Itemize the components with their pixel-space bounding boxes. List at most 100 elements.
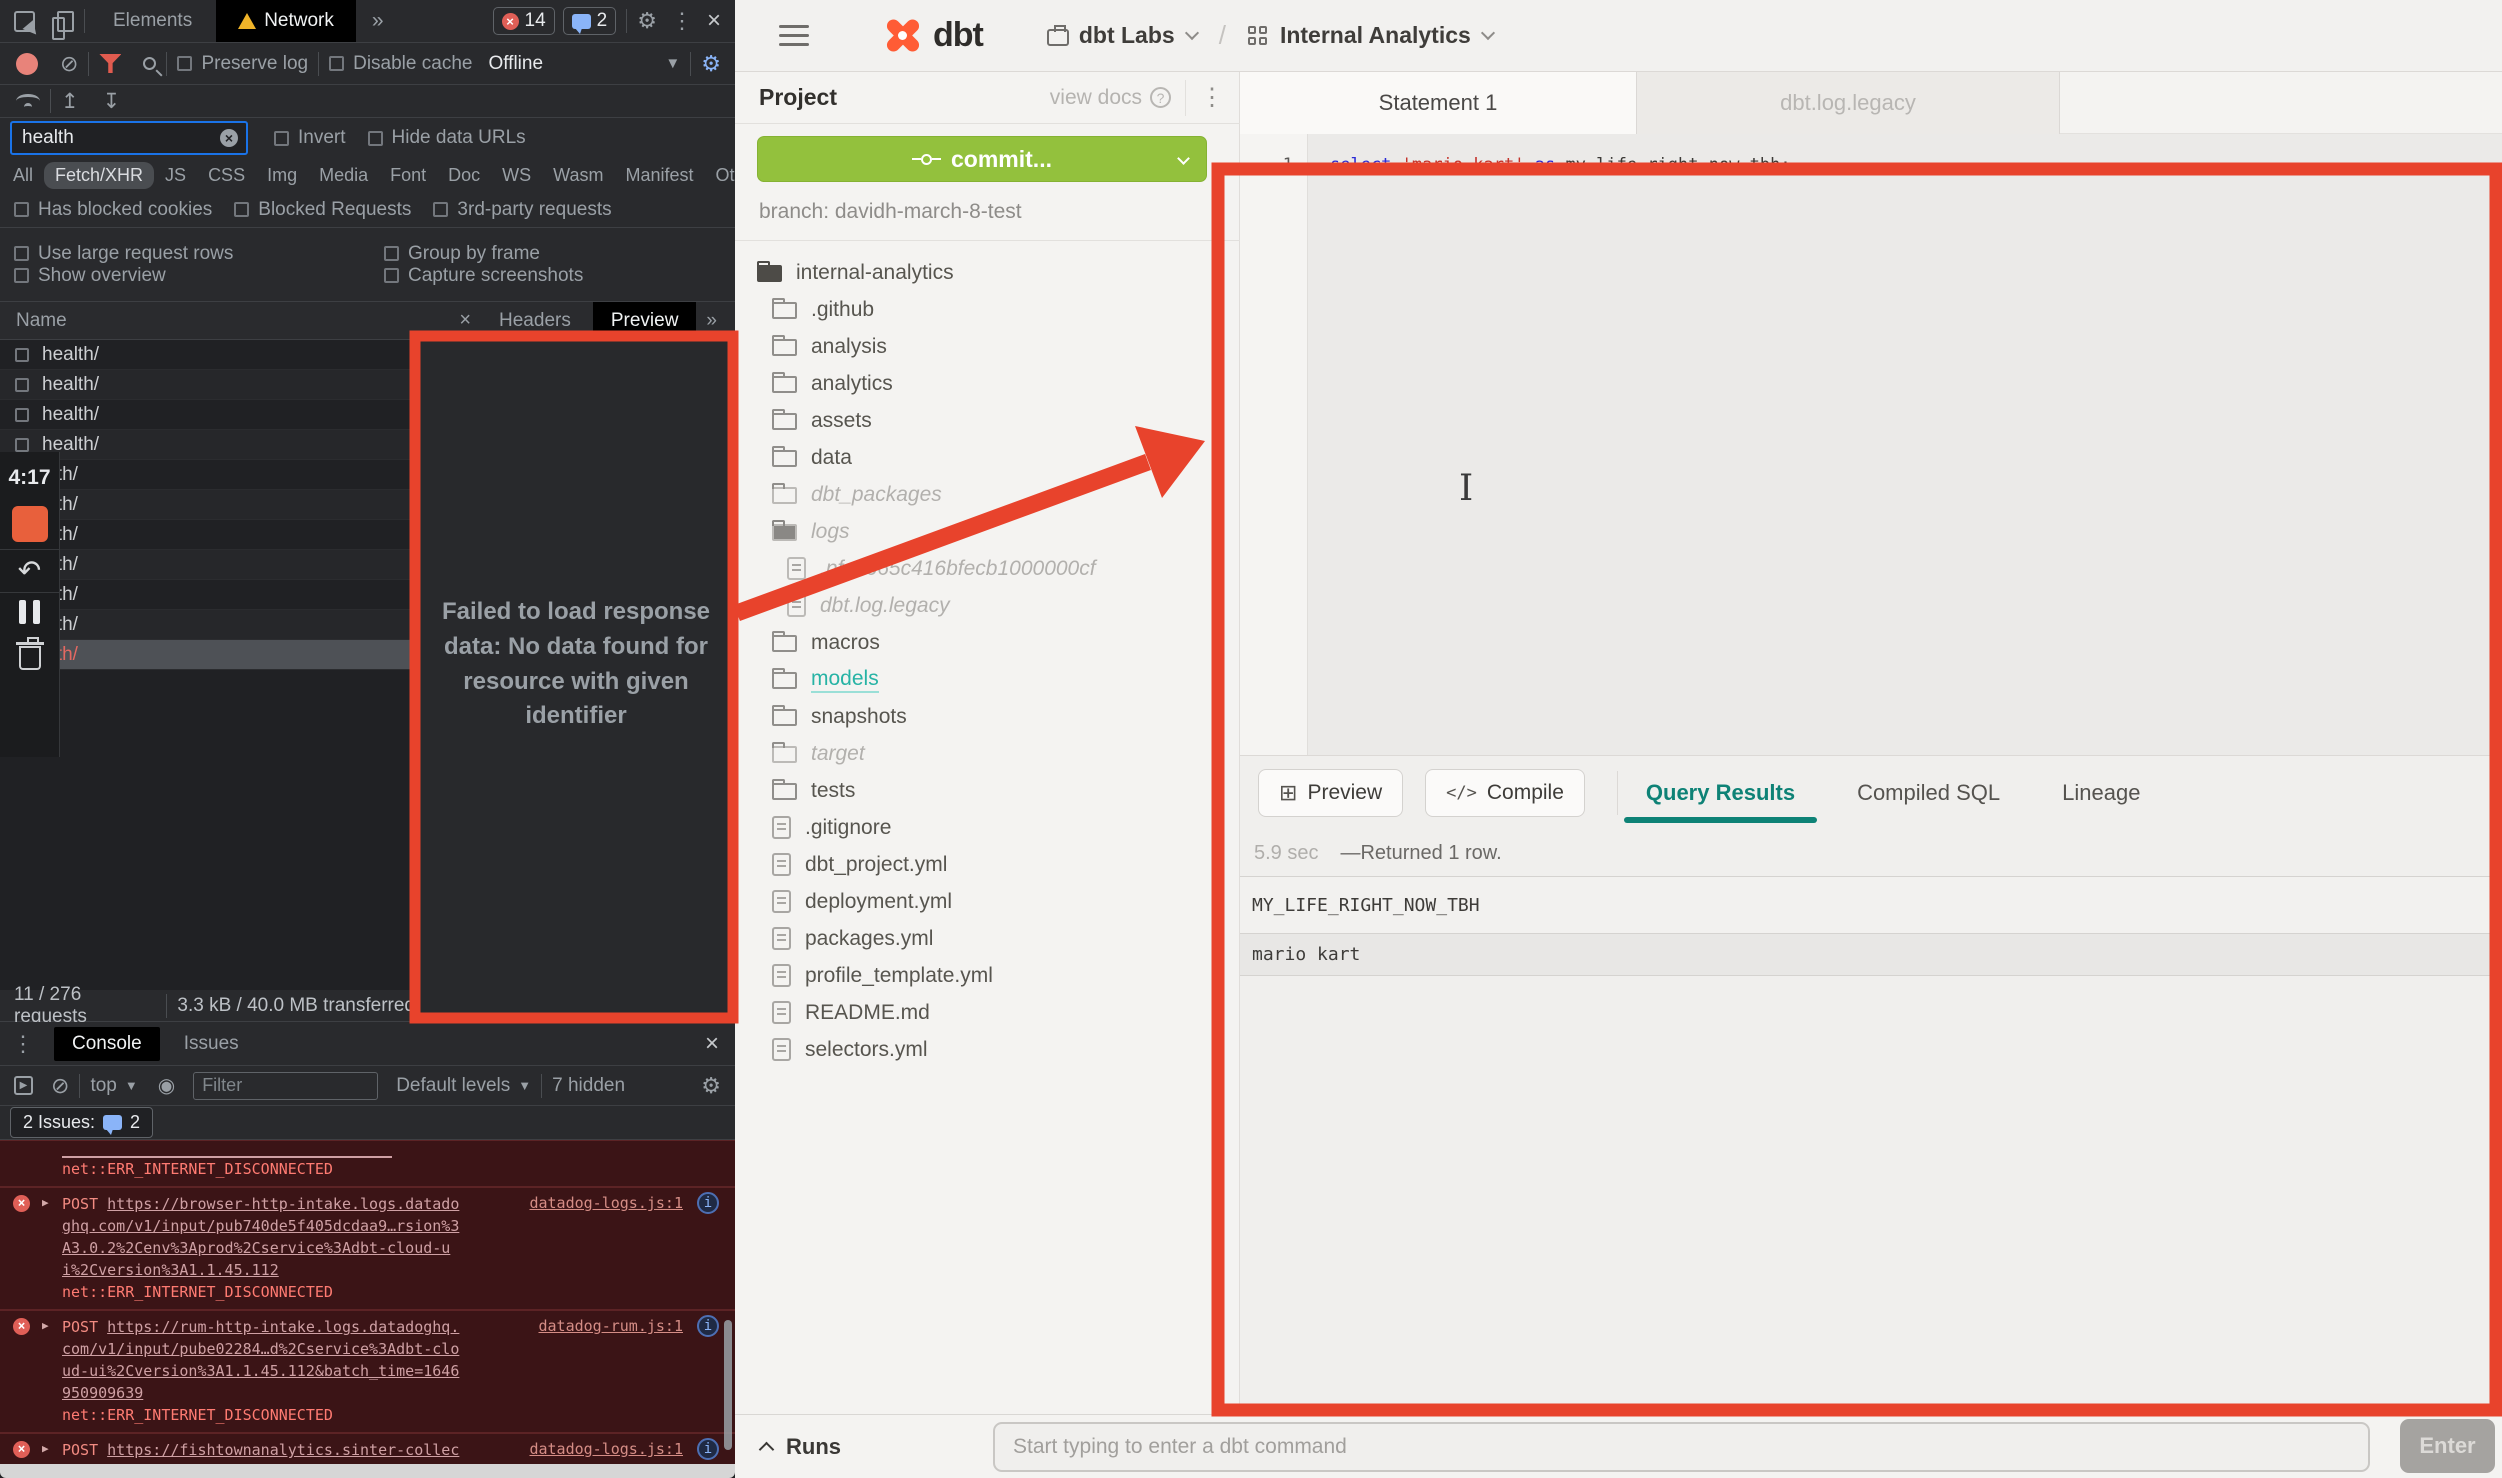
request-row[interactable]: alth/ — [0, 460, 415, 490]
type-filter-media[interactable]: Media — [308, 162, 379, 189]
help-icon[interactable]: ? — [1150, 87, 1171, 108]
issues-count-badge[interactable]: 2 — [563, 7, 617, 35]
tree-item--nfs3665c416bfecb1000000cf[interactable]: .nfs3665c416bfecb1000000cf — [735, 550, 1240, 587]
expand-caret-icon[interactable]: ▶ — [42, 1442, 49, 1455]
project-chevron-icon[interactable] — [1481, 26, 1495, 40]
stop-recording-button[interactable] — [12, 506, 48, 542]
throttling-dropdown-icon[interactable]: ▼ — [665, 55, 680, 72]
tree-item-models[interactable]: models — [735, 661, 1240, 698]
runs-collapse-icon[interactable] — [759, 1442, 775, 1458]
tree-item--gitignore[interactable]: .gitignore — [735, 809, 1240, 846]
info-circle-icon[interactable]: i — [697, 1192, 719, 1214]
dbt-command-input[interactable] — [993, 1422, 2370, 1472]
issues-summary-chip[interactable]: 2 Issues: 2 — [10, 1107, 153, 1138]
request-row[interactable]: alth/ — [0, 490, 415, 520]
network-settings-gear-icon[interactable]: ⚙ — [701, 51, 721, 77]
kebab-menu-icon[interactable]: ⋮ — [671, 8, 693, 34]
tree-item-analytics[interactable]: analytics — [735, 365, 1240, 402]
tab-issues[interactable]: Issues — [184, 1033, 239, 1055]
tree-item-assets[interactable]: assets — [735, 402, 1240, 439]
type-filter-other[interactable]: Other — [705, 162, 735, 189]
inspect-element-icon[interactable] — [14, 11, 35, 32]
more-detail-tabs-icon[interactable]: » — [706, 310, 717, 332]
filter-icon[interactable] — [99, 54, 121, 73]
type-filter-js[interactable]: JS — [154, 162, 197, 189]
commit-dropdown-chevron-icon[interactable] — [1177, 152, 1190, 165]
type-filter-css[interactable]: CSS — [197, 162, 256, 189]
close-devtools-icon[interactable]: × — [707, 7, 721, 35]
type-filter-all[interactable]: All — [2, 162, 44, 189]
account-switcher[interactable]: dbt Labs — [1079, 22, 1175, 49]
tree-item-internal-analytics[interactable]: internal-analytics — [735, 254, 1240, 291]
tree-item-readme-md[interactable]: README.md — [735, 994, 1240, 1031]
request-url-link[interactable]: https://rum-http-intake.logs.datadoghq.c… — [62, 1318, 459, 1402]
type-filter-fetchxhr[interactable]: Fetch/XHR — [44, 162, 154, 189]
settings-gear-icon[interactable]: ⚙ — [637, 8, 657, 34]
tab-elements[interactable]: Elements — [113, 10, 192, 32]
name-column-header[interactable]: Name — [16, 310, 67, 332]
console-sidebar-icon[interactable]: ▶ — [14, 1076, 33, 1095]
tab-console[interactable]: Console — [54, 1027, 160, 1061]
tree-item-deployment-yml[interactable]: deployment.yml — [735, 883, 1240, 920]
view-option-checkbox[interactable] — [384, 246, 399, 261]
live-expression-eye-icon[interactable]: ◉ — [158, 1073, 175, 1098]
preview-button[interactable]: ⊞ Preview — [1258, 769, 1403, 817]
device-toolbar-icon[interactable] — [57, 11, 74, 32]
context-select[interactable]: top — [90, 1075, 116, 1097]
enter-button[interactable]: Enter — [2400, 1419, 2495, 1473]
editor-tab-dbt-log-legacy[interactable]: dbt.log.legacy — [1636, 72, 2060, 134]
account-chevron-icon[interactable] — [1185, 26, 1199, 40]
info-circle-icon[interactable]: i — [697, 1438, 719, 1460]
type-filter-doc[interactable]: Doc — [437, 162, 491, 189]
throttling-select[interactable]: Offline — [488, 53, 543, 75]
view-docs-link[interactable]: view docs — [1050, 86, 1142, 110]
expand-caret-icon[interactable]: ▶ — [42, 1319, 49, 1332]
blocked-filter-checkbox[interactable] — [433, 202, 448, 217]
results-data-row[interactable]: mario kart — [1240, 934, 2502, 976]
sql-editor[interactable]: 1 select 'mario kart' as my_life_right_n… — [1240, 134, 2502, 755]
network-conditions-icon[interactable] — [16, 94, 40, 108]
tree-item-dbt-packages[interactable]: dbt_packages — [735, 476, 1240, 513]
request-row[interactable]: alth/ — [0, 640, 415, 670]
tab-preview[interactable]: Preview — [593, 302, 697, 339]
source-location-link[interactable]: datadog-logs.js:1 — [529, 1194, 683, 1212]
type-filter-wasm[interactable]: Wasm — [542, 162, 614, 189]
type-filter-font[interactable]: Font — [379, 162, 437, 189]
request-row[interactable]: alth/ — [0, 550, 415, 580]
tree-item-data[interactable]: data — [735, 439, 1240, 476]
export-har-icon[interactable]: ↧ — [103, 89, 121, 114]
tab-network[interactable]: Network — [216, 0, 356, 42]
tree-item-analysis[interactable]: analysis — [735, 328, 1240, 365]
type-filter-ws[interactable]: WS — [491, 162, 542, 189]
close-detail-icon[interactable]: × — [459, 309, 471, 332]
console-error-message[interactable]: ×▶POST https://browser-http-intake.logs.… — [0, 1187, 735, 1310]
results-tab-query-results[interactable]: Query Results — [1646, 780, 1795, 806]
tree-item-macros[interactable]: macros — [735, 624, 1240, 661]
tree-item-dbt-project-yml[interactable]: dbt_project.yml — [735, 846, 1240, 883]
tree-item-profile-template-yml[interactable]: profile_template.yml — [735, 957, 1240, 994]
request-checkbox[interactable] — [15, 378, 29, 392]
hide-data-urls-checkbox[interactable] — [368, 131, 383, 146]
console-filter-input[interactable] — [193, 1072, 378, 1100]
clear-network-log-icon[interactable]: ⊘ — [60, 51, 78, 77]
editor-tab-statement-1[interactable]: Statement 1 — [1240, 72, 1636, 134]
tree-item-dbt-log-legacy[interactable]: dbt.log.legacy — [735, 587, 1240, 624]
request-checkbox[interactable] — [15, 408, 29, 422]
request-row[interactable]: health/ — [0, 370, 415, 400]
results-tab-compiled-sql[interactable]: Compiled SQL — [1857, 780, 2000, 806]
console-settings-gear-icon[interactable]: ⚙ — [701, 1073, 721, 1099]
hamburger-menu-icon[interactable] — [779, 25, 809, 46]
disable-cache-checkbox[interactable] — [329, 56, 344, 71]
commit-button[interactable]: commit... — [757, 136, 1207, 182]
info-circle-icon[interactable]: i — [697, 1315, 719, 1337]
invert-checkbox[interactable] — [274, 131, 289, 146]
request-row[interactable]: alth/ — [0, 520, 415, 550]
close-console-icon[interactable]: × — [705, 1030, 719, 1058]
restart-recording-icon[interactable]: ↶ — [18, 557, 41, 585]
console-error-message[interactable]: ×▶POST https://rum-http-intake.logs.data… — [0, 1310, 735, 1433]
type-filter-img[interactable]: Img — [256, 162, 308, 189]
console-error-message[interactable]: ×▶POST https://fishtownanalytics.sinter-… — [0, 1433, 735, 1466]
clear-console-icon[interactable]: ⊘ — [51, 1073, 69, 1099]
project-kebab-icon[interactable]: ⋮ — [1200, 83, 1224, 112]
blocked-filter-checkbox[interactable] — [234, 202, 249, 217]
